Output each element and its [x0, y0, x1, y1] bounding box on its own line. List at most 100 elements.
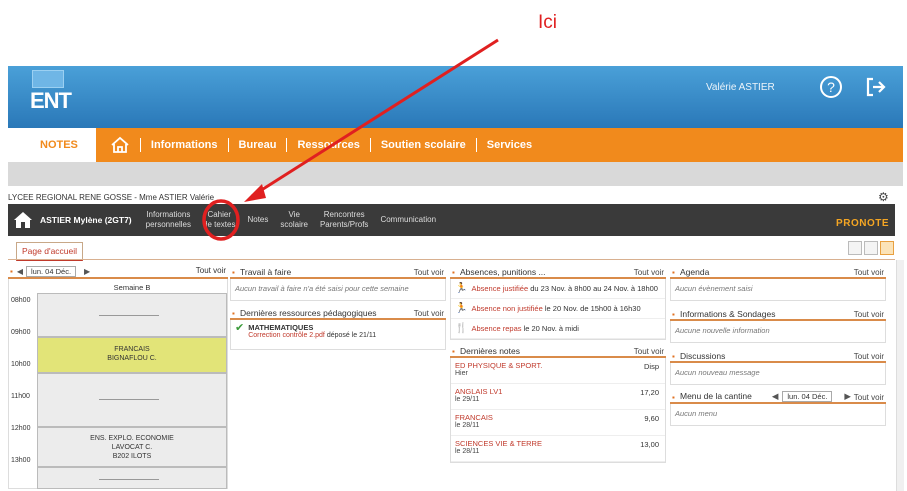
pronote-menu-bar: ASTIER Mylène (2GT7) Informations personn…: [8, 204, 895, 236]
note-subject: SCIENCES VIE & TERRE: [455, 439, 542, 448]
running-person-icon: 🏃: [455, 283, 468, 294]
cantine-tout-voir[interactable]: Tout voir: [854, 391, 884, 404]
infos-header: Informations & Sondages Tout voir: [670, 308, 886, 321]
infos-tout-voir[interactable]: Tout voir: [854, 308, 884, 321]
nav-ressources[interactable]: Ressources: [286, 138, 369, 152]
menu-notes[interactable]: Notes: [247, 215, 268, 225]
menu-label: Informations: [146, 210, 191, 219]
user-name[interactable]: Valérie ASTIER: [706, 82, 775, 93]
student-name[interactable]: ASTIER Mylène (2GT7): [40, 215, 132, 225]
absences-tout-voir[interactable]: Tout voir: [634, 266, 664, 279]
ressource-date: déposé le 21/11: [324, 332, 377, 339]
nav-services[interactable]: Services: [475, 138, 542, 152]
absence-item[interactable]: 🏃 Absence non justifiée le 20 Nov. de 15…: [451, 299, 665, 319]
menu-vie-scolaire[interactable]: Vie scolaire: [280, 210, 308, 230]
help-icon[interactable]: ?: [820, 76, 842, 98]
agenda-tout-voir[interactable]: Tout voir: [854, 266, 884, 279]
ressources-title: Dernières ressources pédagogiques: [240, 308, 377, 318]
menu-label: Communication: [380, 215, 437, 224]
note-row[interactable]: ED PHYSIQUE & SPORT. Hier Disp: [451, 358, 665, 384]
config-icon[interactable]: [880, 241, 894, 255]
note-value: 13,00: [640, 440, 659, 449]
timetable-grid: Semaine B 08h00 09h00 10h00 11h00 12h00 …: [8, 279, 228, 489]
toolbar-icons: [848, 241, 894, 255]
next-day-icon[interactable]: ▶: [84, 267, 90, 276]
nav-informations[interactable]: Informations: [139, 138, 228, 152]
note-subject: ED PHYSIQUE & SPORT.: [455, 361, 543, 370]
discussions-tout-voir[interactable]: Tout voir: [854, 350, 884, 363]
ressource-title: MATHEMATIQUES: [248, 323, 314, 332]
menu-label: Parents/Profs: [319, 220, 369, 229]
ressource-item[interactable]: ✔ MATHEMATIQUES Correction contrôle 2.pd…: [231, 320, 445, 342]
home-icon[interactable]: [110, 136, 130, 154]
discussions-header: Discussions Tout voir: [670, 350, 886, 363]
menu-cahier[interactable]: Cahier de textes: [203, 210, 235, 230]
hour-label: 09h00: [11, 329, 31, 336]
logo-text: ENT: [30, 88, 72, 113]
infos-body: Aucune nouvelle information: [670, 321, 886, 343]
cantine-date[interactable]: lun. 04 Déc.: [782, 391, 833, 402]
school-line: LYCEE REGIONAL RENE GOSSE - Mme ASTIER V…: [8, 193, 215, 202]
layout-icon[interactable]: [864, 241, 878, 255]
note-row[interactable]: FRANCAIS le 28/11 9,60: [451, 410, 665, 436]
hour-label: 11h00: [11, 393, 30, 400]
menu-label: Notes: [247, 215, 269, 224]
ent-logo[interactable]: ENT: [28, 70, 72, 116]
course-francais[interactable]: FRANCAIS BIGNAFLOU C.: [37, 337, 227, 373]
prev-day-icon[interactable]: ◀: [772, 390, 779, 403]
logout-icon[interactable]: [864, 76, 886, 98]
note-row[interactable]: ANGLAIS LV1 le 29/11 17,20: [451, 384, 665, 410]
menu-label: Vie: [288, 210, 300, 219]
note-date: le 28/11: [455, 448, 480, 455]
course-teacher: BIGNAFLOU C.: [107, 355, 157, 362]
week-label: Semaine B: [113, 283, 151, 292]
prev-day-icon[interactable]: ◀: [17, 267, 23, 276]
travail-tout-voir[interactable]: Tout voir: [414, 266, 444, 279]
ressources-body: ✔ MATHEMATIQUES Correction contrôle 2.pd…: [230, 320, 446, 350]
vertical-scrollbar[interactable]: [896, 260, 904, 491]
ressource-link[interactable]: Correction contrôle 2.pdf: [248, 332, 325, 339]
note-value: 17,20: [640, 388, 659, 397]
menu-rencontres[interactable]: Rencontres Parents/Profs: [320, 210, 368, 230]
column-vie-scolaire: Absences, punitions ... Tout voir 🏃 Abse…: [450, 266, 666, 463]
nav-soutien[interactable]: Soutien scolaire: [369, 138, 476, 152]
absence-detail: le 20 Nov. à midi: [521, 324, 579, 333]
home-icon[interactable]: [12, 210, 34, 230]
absence-item[interactable]: 🍴 Absence repas le 20 Nov. à midi: [451, 319, 665, 339]
annotation-arrowhead: [244, 184, 266, 202]
next-day-icon[interactable]: ▶: [844, 390, 851, 403]
timetable-date[interactable]: lun. 04 Déc.: [26, 266, 77, 277]
print-icon[interactable]: [848, 241, 862, 255]
cantine-title: Menu de la cantine: [680, 391, 752, 401]
menu-informations[interactable]: Informations personnelles: [146, 210, 191, 230]
travail-body: Aucun travail à faire n'a été saisi pour…: [230, 279, 446, 301]
empty-slot-dash: [99, 315, 159, 316]
nav-notes[interactable]: NOTES: [8, 128, 96, 162]
hour-label: 13h00: [11, 457, 31, 464]
spacer-band: [8, 162, 903, 186]
absence-item[interactable]: 🏃 Absence justifiée du 23 Nov. à 8h00 au…: [451, 279, 665, 299]
absence-type: Absence non justifiée: [471, 304, 543, 313]
screenshot: Ici ENT Valérie ASTIER ? NOTES Informati…: [0, 0, 907, 491]
notes-tout-voir[interactable]: Tout voir: [634, 345, 664, 358]
absence-detail: le 20 Nov. de 15h00 à 16h30: [542, 304, 641, 313]
infos-title: Informations & Sondages: [680, 309, 776, 319]
notes-header: Dernières notes Tout voir: [450, 345, 666, 358]
cantine-empty: Aucun menu: [675, 409, 718, 418]
menu-label: Cahier: [207, 210, 232, 219]
logo-mark: [32, 70, 64, 88]
hour-label: 10h00: [11, 361, 31, 368]
note-date: le 29/11: [455, 396, 480, 403]
running-person-icon: 🏃: [455, 303, 468, 314]
agenda-body: Aucun évènement saisi: [670, 279, 886, 301]
note-subject: FRANCAIS: [455, 413, 493, 422]
course-economie[interactable]: ENS. EXPLO. ECONOMIE LAVOCAT C. B202 ILO…: [37, 427, 227, 467]
timetable-tout-voir[interactable]: Tout voir: [196, 266, 226, 275]
menu-label: scolaire: [280, 220, 308, 229]
ressources-tout-voir[interactable]: Tout voir: [414, 307, 444, 320]
menu-communication[interactable]: Communication: [380, 215, 436, 225]
gear-icon[interactable]: ⚙: [878, 190, 889, 204]
absences-title: Absences, punitions ...: [460, 267, 546, 277]
note-row[interactable]: SCIENCES VIE & TERRE le 28/11 13,00: [451, 436, 665, 462]
nav-bureau[interactable]: Bureau: [227, 138, 287, 152]
